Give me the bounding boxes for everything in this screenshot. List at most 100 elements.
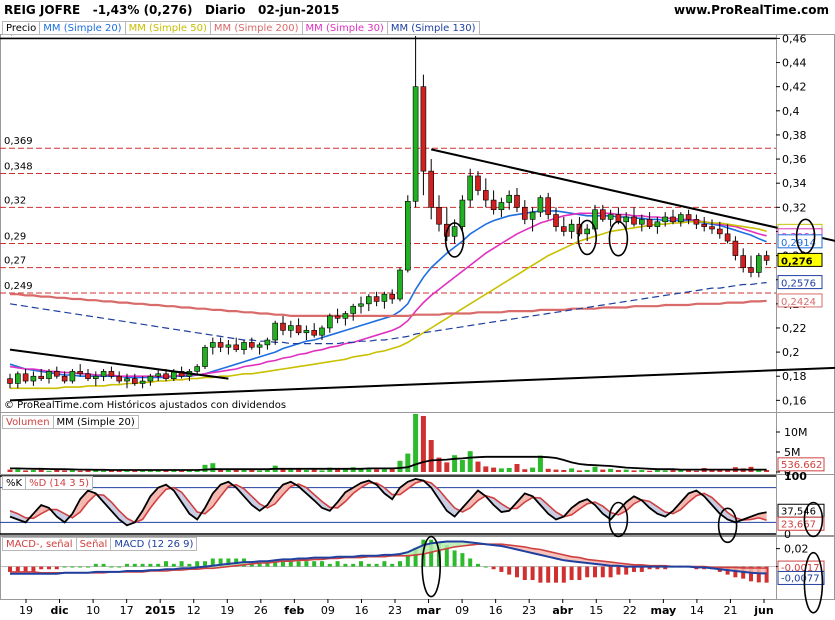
volume-bar [428,440,434,472]
macd-histogram-bar [312,561,317,567]
volume-bar [467,451,473,472]
price-level-label: 0,369 [4,136,33,147]
macd-histogram-bar [452,550,457,567]
legend-ma130[interactable]: MM (Simple 130) [387,21,480,35]
macd-histogram-bar [327,563,332,567]
legend-ma50[interactable]: MM (Simple 50) [125,21,211,35]
candle-body [85,373,91,379]
stoch-d-badge-label: 23,667 [781,519,816,530]
macd-axis-label: 0,02 [784,543,809,556]
legend-stoch-d[interactable]: %D (14 3 5) [26,476,94,490]
macd-histogram-bar [140,563,145,567]
legend-price[interactable]: Precio [2,21,41,35]
candle-body [482,190,489,201]
volume-bar [374,469,380,472]
volume-bar [444,462,450,472]
candle-body [256,344,263,348]
candle-body [412,86,419,202]
candle-body [420,86,427,172]
x-axis-label: 12 [187,604,201,617]
volume-bar [506,468,512,472]
macd-histogram-bar [54,566,59,570]
volume-bar [600,469,606,472]
macd-histogram-bar [624,566,629,575]
legend-macd-hist[interactable]: MACD-, señal [2,537,77,551]
macd-badge-label: -0,0077 [781,573,820,584]
volume-legend: Volumen MM (Simple 20) [2,415,139,429]
x-axis-label: jun [753,604,773,617]
candle-body [623,216,630,223]
volume-bar [693,470,699,472]
legend-volume[interactable]: Volumen [2,415,54,429]
candle-body [225,344,232,348]
candle-body [210,342,216,348]
candle-body [132,378,138,384]
x-axis-label: mar [416,604,441,617]
x-axis-label: dic [50,604,68,617]
macd-histogram-bar [117,566,122,568]
volume-bar [54,470,60,472]
price-axis-label: 0,4 [782,105,800,118]
candle-body [529,211,536,220]
stock-chart[interactable]: 0,460,440,420,40,380,360,340,320,30,280,… [0,0,835,620]
macd-histogram-bar [491,566,496,570]
candle-body [365,296,372,305]
volume-bar [30,470,36,472]
price-level-label: 0,348 [4,162,33,173]
legend-macd-signal[interactable]: Señal [76,537,112,551]
candle-body [334,315,341,319]
price-badge-label: 0,276 [781,256,813,267]
x-axis-label: 23 [522,604,536,617]
legend-stoch-k[interactable]: %K [2,476,27,490]
price-legend: Precio MM (Simple 20) MM (Simple 50) MM … [2,21,480,35]
annotation-circle [608,220,629,257]
macd-histogram-bar [398,561,402,567]
volume-bar [483,466,489,472]
candle-body [631,216,637,225]
trendline [430,148,835,242]
candle-body [233,344,239,350]
volume-bar [608,468,614,472]
moving-average-line [9,210,767,379]
legend-ma30[interactable]: MM (Simple 30) [302,21,388,35]
legend-macd-line[interactable]: MACD (12 26 9) [111,537,198,551]
candle-body [147,375,154,382]
volume-bar [319,470,325,472]
volume-bar [639,470,645,472]
candle-body [389,293,396,300]
price-level-label: 0,32 [4,195,26,206]
x-axis-label: 14 [690,604,704,617]
candle-body [373,296,380,302]
x-axis-label: 19 [220,604,234,617]
candle-body [646,219,653,227]
macd-histogram-bar [374,563,379,567]
candle-body [724,233,731,242]
macd-histogram-bar [561,566,566,583]
moving-average-line [9,282,767,345]
volume-bar [631,470,637,472]
candle-body [350,305,357,314]
moving-average-line [9,212,767,377]
macd-histogram-bar [101,563,106,567]
price-badge-label: 0,2424 [781,297,816,308]
candle-body [748,267,754,273]
candle-body [194,366,200,372]
volume-bar [179,470,185,472]
candle-body [514,194,520,208]
macd-histogram-bar [171,563,176,567]
candle-body [638,219,645,225]
volume-bar [623,469,629,472]
legend-ma20[interactable]: MM (Simple 20) [40,21,126,35]
volume-bar [405,453,411,472]
volume-bar [584,470,590,472]
candle-body [490,199,497,211]
candle-body [740,255,747,268]
candle-body [763,255,770,261]
macd-histogram-bar [156,563,161,567]
candle-body [217,342,224,348]
price-axis-label: 0,42 [782,81,807,94]
price-axis-label: 0,46 [782,32,807,45]
legend-ma200[interactable]: MM (Simple 200) [210,21,303,35]
candle-body [100,371,107,377]
legend-volume-ma[interactable]: MM (Simple 20) [53,415,139,429]
